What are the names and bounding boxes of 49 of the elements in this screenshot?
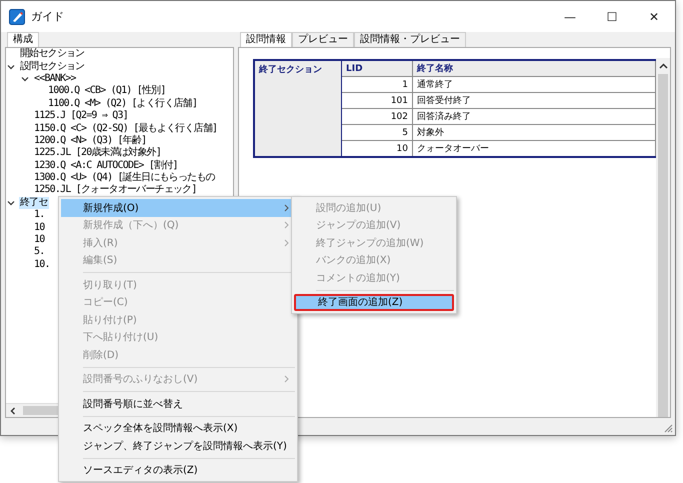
app-icon — [9, 8, 25, 24]
tree-item[interactable]: 設問セクション — [19, 60, 86, 73]
menu-item[interactable]: ソースエディタの表示(Z) — [61, 462, 295, 479]
table-cell: 回答済み終了 — [412, 108, 656, 124]
tree-item[interactable]: 10 — [33, 234, 46, 246]
vertical-scrollbar[interactable] — [656, 58, 670, 417]
table-cell: 通常終了 — [412, 76, 656, 92]
window-control[interactable]: ✕ — [633, 10, 675, 24]
table-cell: 5 — [342, 124, 412, 140]
table-cell: 1 — [342, 76, 412, 92]
tree-item[interactable]: 開始セクション — [19, 48, 86, 60]
menu-item[interactable]: 終了画面の追加(Z) — [294, 294, 454, 311]
table-cell: 対象外 — [412, 124, 656, 140]
tree-item[interactable]: 10 — [33, 222, 46, 234]
column-header: 終了名称 — [412, 60, 656, 76]
tree-item[interactable]: 1230.Q <A:C AUTOCODE> [割付] — [33, 160, 179, 172]
table-cell: 回答受付終了 — [412, 92, 656, 108]
scrollbar-thumb[interactable] — [658, 74, 668, 417]
resize-grip-icon[interactable] — [663, 423, 673, 433]
chevron-icon[interactable] — [7, 198, 15, 207]
tree-item[interactable]: 終了セ — [19, 196, 49, 209]
tree-item[interactable]: <<BANK>> — [33, 72, 77, 85]
tree-item[interactable]: 1200.Q <N> (Q3) [年齢] — [33, 134, 148, 147]
tree-item[interactable]: 1100.Q <M> (Q2) [よく行く店舗] — [47, 98, 198, 110]
table-cell: 101 — [342, 92, 412, 108]
section-label-cell: 終了セクション — [254, 60, 342, 157]
tree-item[interactable]: 1. — [33, 209, 46, 222]
panel-tab[interactable]: 構成 — [7, 32, 39, 47]
tree-item[interactable]: 1300.Q <U> (Q4) [誕生日にもらったもの — [33, 172, 216, 184]
tree-item[interactable]: 5. — [33, 246, 46, 258]
tree-item[interactable]: 1000.Q <CB> (Q1) [性別] — [47, 85, 167, 98]
tree-item[interactable]: 1150.Q <C> (Q2-SQ) [最もよく行く店舗] — [33, 122, 218, 135]
window-control[interactable]: ☐ — [591, 10, 633, 24]
menu-item[interactable]: 設問番号順に並べ替え — [61, 395, 295, 412]
tree-item[interactable]: 1250.JL [クォータオーバーチェック] — [33, 184, 198, 196]
tree-item[interactable]: 1225.JL [20歳未満は対象外] — [33, 147, 162, 160]
column-header: LID — [342, 60, 412, 76]
window-title: ガイド — [31, 9, 64, 24]
chevron-icon[interactable] — [7, 62, 15, 71]
chevron-icon[interactable] — [21, 74, 29, 83]
window-control[interactable]: — — [549, 10, 591, 24]
tree-item[interactable]: 10. — [33, 258, 51, 271]
panel-tab[interactable]: 設問情報 — [240, 32, 292, 47]
menu-item[interactable]: ジャンプ、終了ジャンプを設問情報へ表示(Y) — [61, 437, 295, 454]
panel-tab[interactable]: 設問情報・プレビュー — [354, 32, 466, 47]
panel-tab[interactable]: プレビュー — [292, 32, 354, 47]
tree-item[interactable]: 1125.J [Q2=9 ⇒ Q3] — [33, 110, 129, 122]
menu-item[interactable]: スペック全体を設問情報へ表示(X) — [61, 420, 295, 437]
table-cell: 102 — [342, 108, 412, 124]
